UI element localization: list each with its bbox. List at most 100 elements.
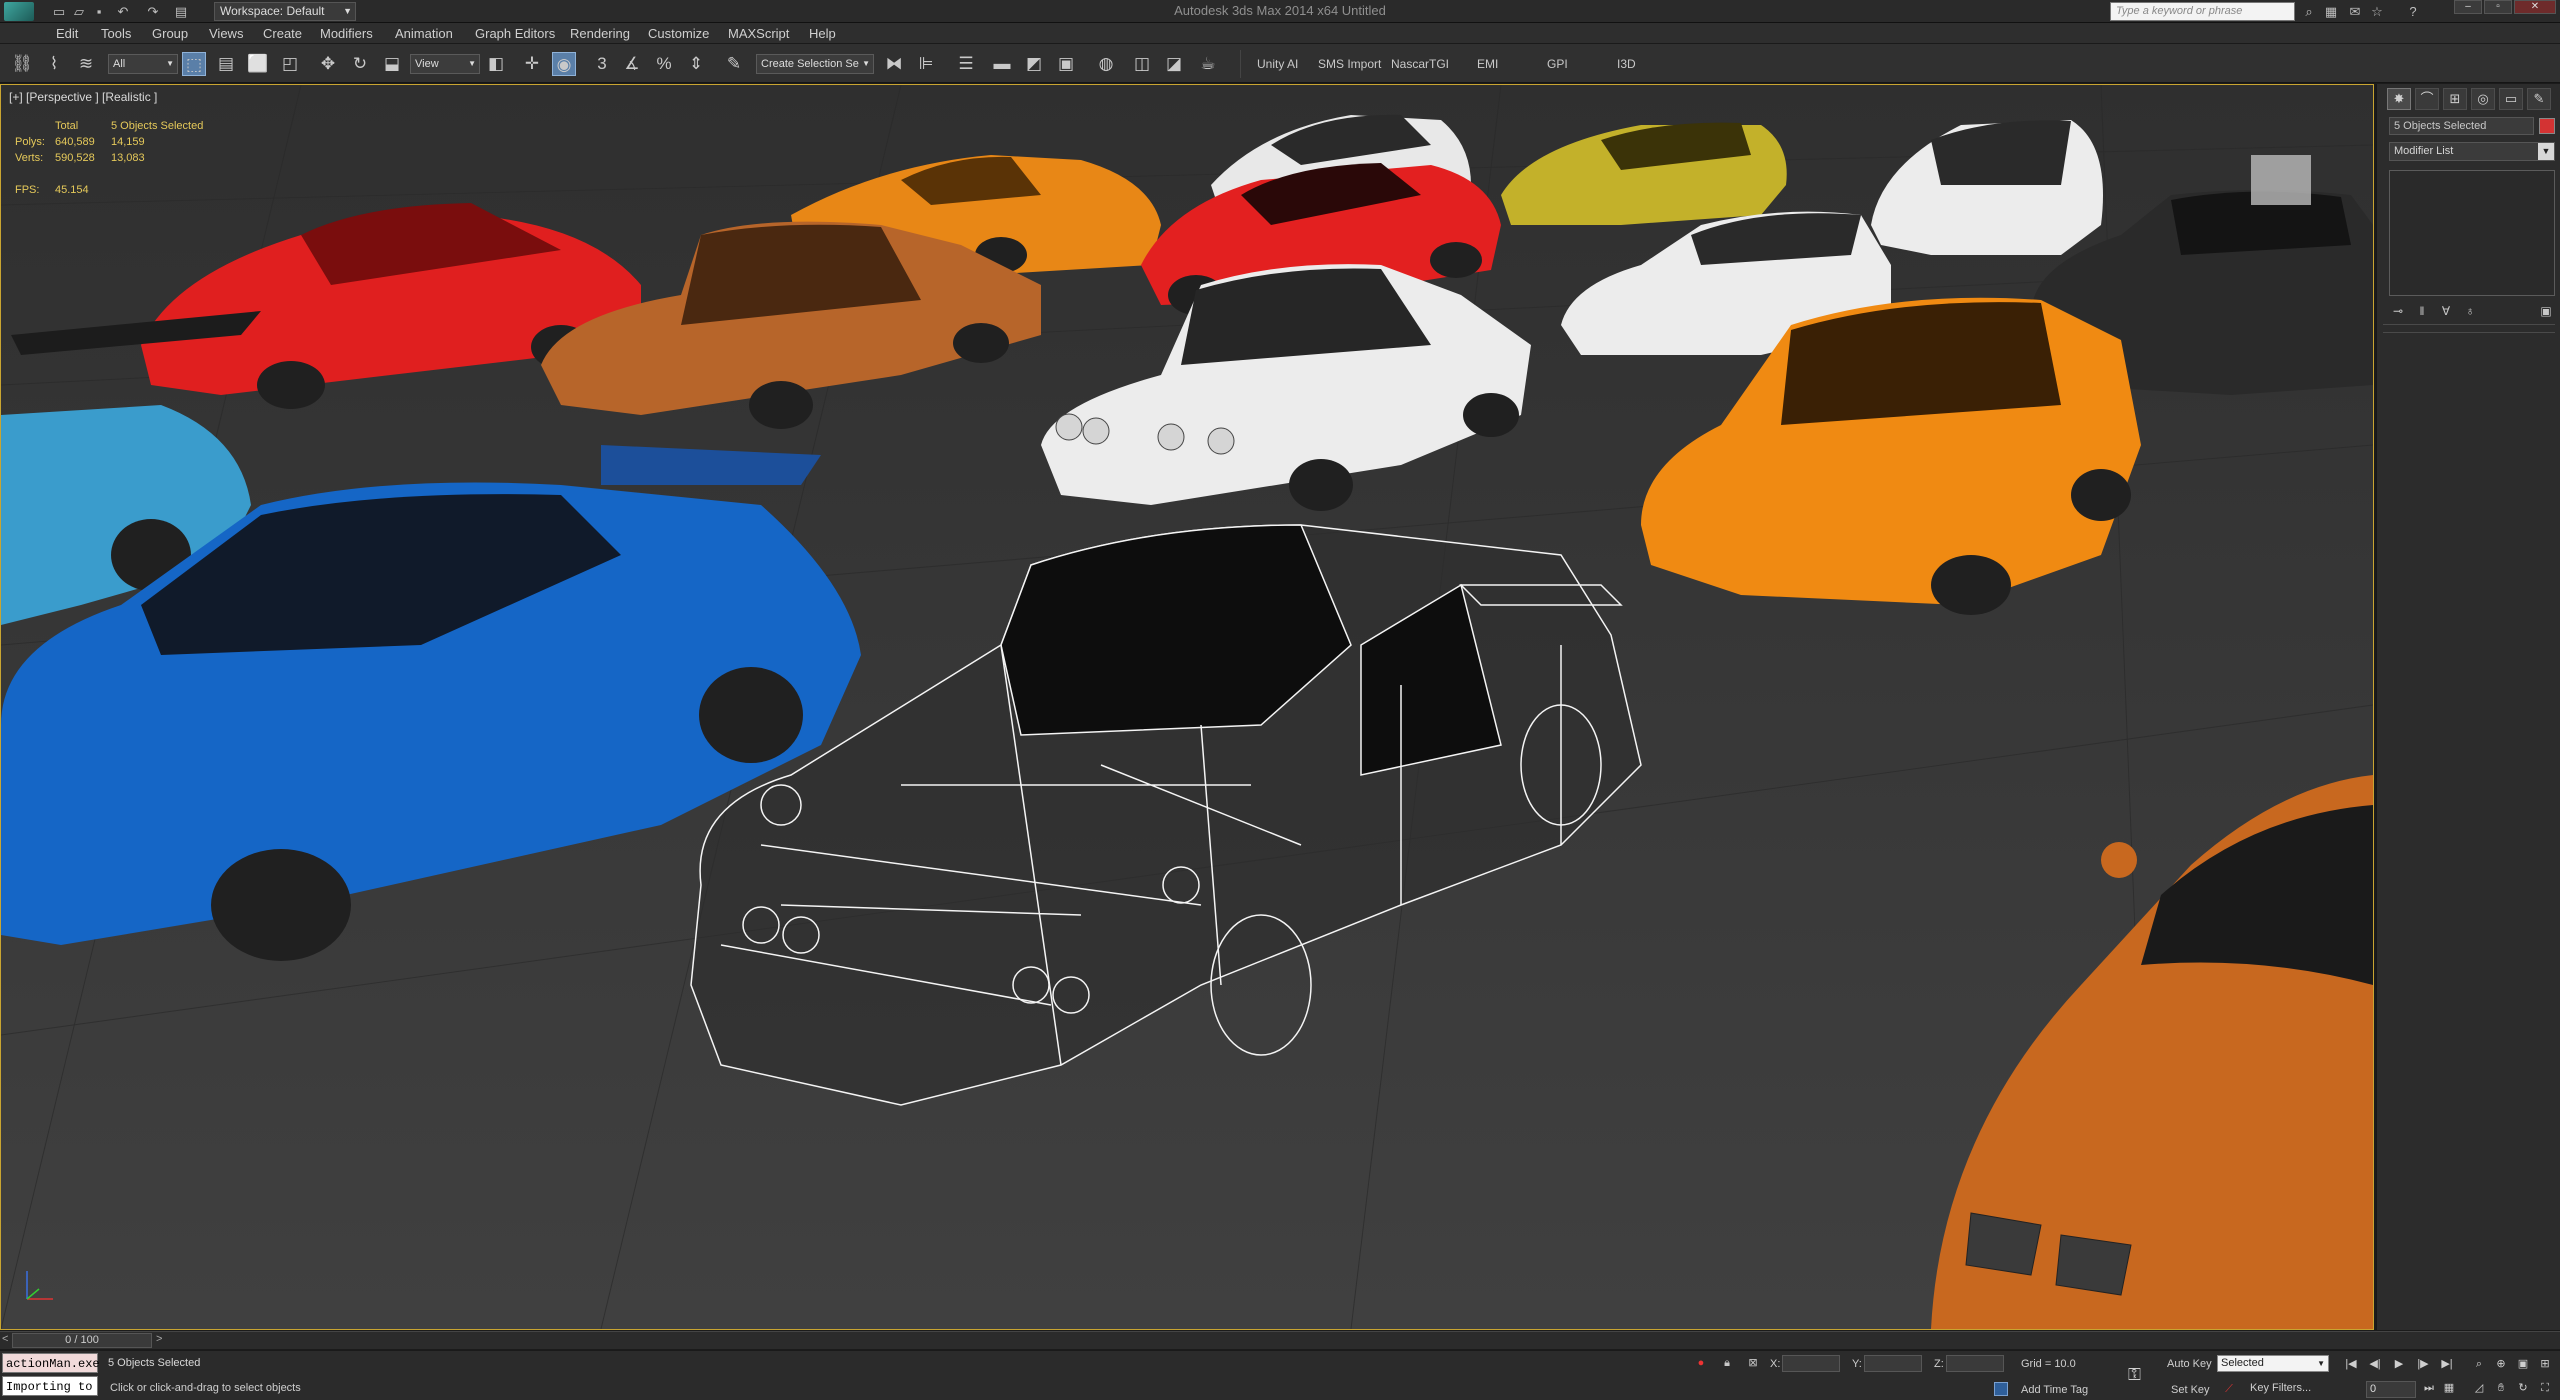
maxscript-listener-input[interactable]: actionMan.exe [2,1353,100,1373]
selection-filter-dropdown[interactable]: All ▼ [108,54,178,74]
redo-icon[interactable]: ↷ [144,3,162,20]
pin-stack-icon[interactable]: ⊸ [2389,303,2407,319]
zoom-extents-all-icon[interactable]: ⊞ [2536,1357,2554,1372]
selection-lock-icon[interactable]: 🔒︎ [1720,1356,1734,1370]
utilities-tab-icon[interactable]: ✎ [2527,88,2551,110]
menu-group[interactable]: Group [152,26,188,41]
material-editor-icon[interactable]: ◍ [1094,52,1118,76]
nascartgi-button[interactable]: NascarTGI [1391,57,1449,71]
show-end-result-icon[interactable]: ‖ [2413,303,2431,319]
selection-region-icon[interactable]: ⬜ [246,52,270,76]
menu-create[interactable]: Create [263,26,302,41]
percent-snap-icon[interactable]: % [652,52,676,76]
open-file-icon[interactable]: ▱ [70,3,88,20]
key-mode-dropdown[interactable]: Selected ▼ [2217,1355,2329,1372]
edit-named-selection-icon[interactable]: ✎ [722,52,746,76]
maximize-button[interactable]: ▫ [2484,0,2512,14]
remove-modifier-icon[interactable]: ♁ [2461,303,2479,319]
unity-ai-button[interactable]: Unity AI [1257,57,1298,71]
menu-views[interactable]: Views [209,26,243,41]
save-icon[interactable]: ▪ [90,3,108,20]
prev-frame-icon[interactable]: < [2,1333,8,1345]
snaps-toggle-icon[interactable]: 3 [590,52,614,76]
close-button[interactable]: ✕ [2514,0,2556,14]
workspace-dropdown[interactable]: Workspace: Default ▼ [214,2,356,21]
menu-modifiers[interactable]: Modifiers [320,26,373,41]
menu-tools[interactable]: Tools [101,26,131,41]
scale-icon[interactable]: ⬓ [380,52,404,76]
align-icon[interactable]: ⊫ [914,52,938,76]
isolate-selection-icon[interactable]: ● [1694,1356,1708,1370]
menu-rendering[interactable]: Rendering [570,26,630,41]
zoom-icon[interactable]: ⌕ [2470,1357,2488,1372]
previous-frame-icon[interactable]: ◀| [2366,1357,2384,1372]
undo-icon[interactable]: ↶ [114,3,132,20]
pivot-center-icon[interactable]: ◧ [484,52,508,76]
z-coord-field[interactable] [1946,1355,2004,1372]
menu-animation[interactable]: Animation [395,26,453,41]
modify-tab-icon[interactable]: ⌒ [2415,88,2439,110]
render-setup-icon[interactable]: ◫ [1130,52,1154,76]
sms-import-button[interactable]: SMS Import [1318,57,1381,71]
angle-snap-icon[interactable]: ∡ [620,52,644,76]
mirror-icon[interactable]: ⧓ [882,52,906,76]
layer-manager-icon[interactable]: ☰ [954,52,978,76]
reference-coordinate-dropdown[interactable]: View ▼ [410,54,480,74]
play-icon[interactable]: ▶ [2390,1357,2408,1372]
window-crossing-icon[interactable]: ◰ [278,52,302,76]
object-name-field[interactable]: 5 Objects Selected [2389,117,2534,135]
time-tag-icon[interactable] [1994,1382,2008,1396]
maximize-viewport-icon[interactable]: ⛶ [2536,1381,2554,1396]
x-coord-field[interactable] [1782,1355,1840,1372]
add-time-tag-button[interactable]: Add Time Tag [2021,1384,2088,1396]
maxscript-listener-output[interactable]: Importing to [2,1376,98,1396]
emi-button[interactable]: EMI [1477,57,1498,71]
menu-customize[interactable]: Customize [648,26,709,41]
app-logo-icon[interactable] [4,2,34,21]
render-production-icon[interactable]: ☕ [1196,52,1220,76]
unlink-icon[interactable]: ⌇ [42,52,66,76]
current-frame-field[interactable]: 0 [2366,1381,2416,1398]
motion-tab-icon[interactable]: ◎ [2471,88,2495,110]
select-object-icon[interactable]: ⬚ [182,52,206,76]
zoom-all-icon[interactable]: ⊕ [2492,1357,2510,1372]
hierarchy-tab-icon[interactable]: ⊞ [2443,88,2467,110]
y-coord-field[interactable] [1864,1355,1922,1372]
communication-center-icon[interactable]: ✉ [2346,3,2364,20]
next-frame-icon[interactable]: > [156,1333,162,1345]
bind-to-space-warp-icon[interactable]: ≋ [74,52,98,76]
key-icon[interactable]: ⚿ [2128,1365,2141,1385]
time-slider[interactable]: 0 / 100 [12,1333,152,1348]
object-color-swatch[interactable] [2539,118,2555,134]
orbit-icon[interactable]: ↻ [2514,1381,2532,1396]
time-configuration-icon[interactable]: ▦ [2440,1381,2458,1396]
link-icon[interactable]: ⛓ [10,52,34,76]
search-input[interactable]: Type a keyword or phrase [2110,2,2295,21]
help-icon[interactable]: ? [2404,3,2422,20]
key-filters-button[interactable]: Key Filters... [2250,1382,2311,1394]
zoom-extents-icon[interactable]: ▣ [2514,1357,2532,1372]
menu-help[interactable]: Help [809,26,836,41]
move-icon[interactable]: ✥ [316,52,340,76]
minimize-button[interactable]: – [2454,0,2482,14]
viewport-label-menu[interactable]: [+] [Perspective ] [Realistic ] [9,90,157,104]
rendered-frame-window-icon[interactable]: ◪ [1162,52,1186,76]
make-unique-icon[interactable]: ∀ [2437,303,2455,319]
auto-key-button[interactable]: Auto Key [2167,1358,2212,1370]
menu-maxscript[interactable]: MAXScript [728,26,789,41]
select-manipulate-icon[interactable]: ✛ [520,52,544,76]
display-tab-icon[interactable]: ▭ [2499,88,2523,110]
pan-icon[interactable]: ✋︎ [2492,1381,2510,1396]
menu-edit[interactable]: Edit [56,26,78,41]
next-key-icon[interactable]: |▶ [2414,1357,2432,1372]
create-tab-icon[interactable]: ✸ [2387,88,2411,110]
spinner-snap-icon[interactable]: ⇕ [684,52,708,76]
named-selection-dropdown[interactable]: Create Selection Se ▼ [756,54,874,74]
configure-modifier-sets-icon[interactable]: ▣ [2537,303,2555,319]
favorites-icon[interactable]: ☆ [2368,3,2386,20]
modifier-list-dropdown[interactable]: Modifier List ▼ [2389,142,2555,161]
curve-editor-icon[interactable]: ◩ [1022,52,1046,76]
schematic-view-icon[interactable]: ▣ [1054,52,1078,76]
new-file-icon[interactable]: ▭ [50,3,68,20]
keyboard-shortcut-override-icon[interactable]: ◉ [552,52,576,76]
